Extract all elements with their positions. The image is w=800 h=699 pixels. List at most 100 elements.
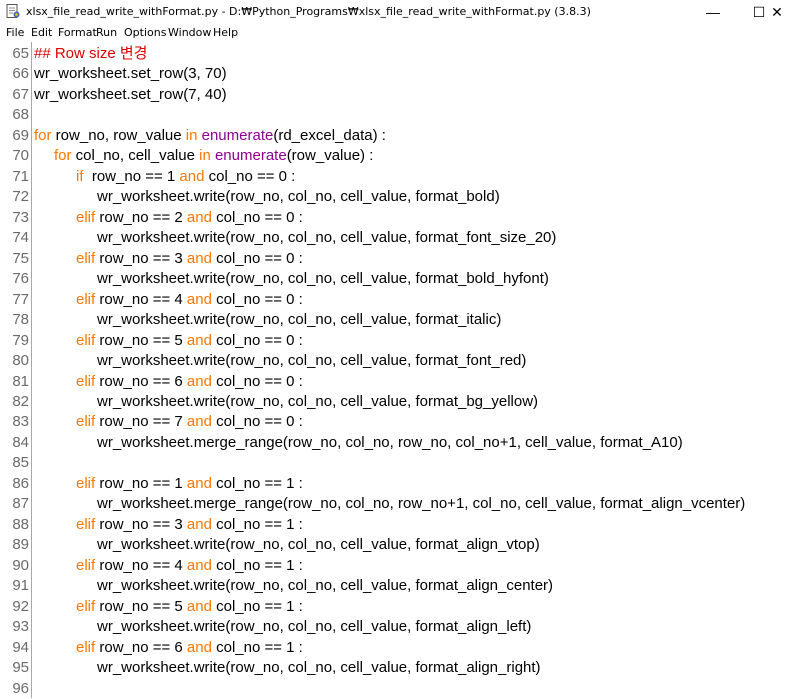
code-token: wr_worksheet.merge_range(row_no, col_no,… [97, 434, 683, 451]
code-token: col_no == 0 : [211, 413, 303, 430]
menu-format[interactable]: Format [58, 26, 97, 39]
menu-edit[interactable]: Edit [31, 26, 52, 39]
line-number: 88 [12, 516, 29, 533]
keyword-token: and [186, 250, 212, 267]
code-line[interactable]: elif row_no == 5 and col_no == 1 : [76, 597, 303, 617]
code-token: row_no == 3 [95, 250, 187, 267]
code-token: (row_value) : [286, 147, 374, 164]
code-token: row_no == 5 [95, 598, 187, 615]
code-line[interactable]: wr_worksheet.set_row(3, 70) [34, 64, 227, 84]
code-line[interactable]: wr_worksheet.write(row_no, col_no, cell_… [97, 658, 541, 678]
code-line[interactable]: wr_worksheet.write(row_no, col_no, cell_… [97, 269, 549, 289]
code-line[interactable]: elif row_no == 5 and col_no == 0 : [76, 331, 303, 351]
keyword-token: and [186, 413, 212, 430]
line-number: 91 [12, 577, 29, 594]
code-line[interactable]: elif row_no == 6 and col_no == 0 : [76, 372, 303, 392]
code-line[interactable]: wr_worksheet.write(row_no, col_no, cell_… [97, 392, 538, 412]
builtin-token: enumerate [214, 147, 287, 164]
code-line[interactable]: wr_worksheet.write(row_no, col_no, cell_… [97, 228, 556, 248]
keyword-token: and [186, 291, 212, 308]
code-line[interactable]: wr_worksheet.write(row_no, col_no, cell_… [97, 351, 526, 371]
line-number: 74 [12, 229, 29, 246]
line-number: 83 [12, 413, 29, 430]
minimize-button[interactable]: — [690, 0, 736, 24]
code-line[interactable]: wr_worksheet.write(row_no, col_no, cell_… [97, 617, 531, 637]
code-line[interactable]: wr_worksheet.set_row(7, 40) [34, 85, 227, 105]
code-line[interactable]: elif row_no == 1 and col_no == 1 : [76, 474, 303, 494]
code-line[interactable]: elif row_no == 2 and col_no == 0 : [76, 208, 303, 228]
keyword-token: in [185, 127, 198, 144]
keyword-token: elif [76, 413, 96, 430]
code-line[interactable]: wr_worksheet.write(row_no, col_no, cell_… [97, 310, 501, 330]
code-line[interactable]: elif row_no == 3 and col_no == 1 : [76, 515, 303, 535]
menu-options[interactable]: Options [124, 26, 166, 39]
code-token: col_no == 0 : [211, 291, 303, 308]
line-number: 95 [12, 659, 29, 676]
keyword-token: and [179, 168, 205, 185]
code-line[interactable]: ## Row size 변경 [34, 44, 147, 64]
code-line[interactable]: for row_no, row_value in enumerate(rd_ex… [34, 126, 386, 146]
code-token: wr_worksheet.set_row(3, 70) [34, 65, 227, 82]
keyword-token: elif [76, 516, 96, 533]
comment-token: ## Row size 변경 [34, 45, 148, 62]
code-token: col_no == 0 : [204, 168, 296, 185]
title-bar[interactable]: xlsx_file_read_write_withFormat.py - D:₩… [0, 0, 800, 24]
code-token: row_no == 4 [95, 291, 187, 308]
keyword-token: elif [76, 475, 96, 492]
code-token: col_no == 0 : [211, 332, 303, 349]
code-token: row_no, row_value [51, 127, 186, 144]
code-line[interactable]: wr_worksheet.merge_range(row_no, col_no,… [97, 494, 745, 514]
code-line[interactable]: elif row_no == 6 and col_no == 1 : [76, 638, 303, 658]
code-token: wr_worksheet.write(row_no, col_no, cell_… [97, 577, 554, 594]
line-number: 69 [12, 127, 29, 144]
line-number: 87 [12, 495, 29, 512]
code-token: row_no == 7 [95, 413, 187, 430]
menu-bar: File Edit Format Run Options Window Help [0, 24, 800, 42]
line-number: 75 [12, 250, 29, 267]
line-number: 93 [12, 618, 29, 635]
code-line[interactable]: wr_worksheet.write(row_no, col_no, cell_… [97, 535, 540, 555]
code-token: (rd_excel_data) : [273, 127, 386, 144]
keyword-token: and [186, 639, 212, 656]
line-number: 82 [12, 393, 29, 410]
code-token: row_no == 5 [95, 332, 187, 349]
code-token: wr_worksheet.merge_range(row_no, col_no,… [97, 495, 746, 512]
keyword-token: in [199, 147, 211, 164]
menu-run[interactable]: Run [96, 26, 117, 39]
close-button[interactable]: ✕ [754, 0, 800, 24]
keyword-token: elif [76, 291, 96, 308]
code-token: wr_worksheet.write(row_no, col_no, cell_… [97, 270, 549, 287]
line-number: 79 [12, 332, 29, 349]
code-line[interactable]: elif row_no == 4 and col_no == 0 : [76, 290, 303, 310]
code-token: wr_worksheet.write(row_no, col_no, cell_… [97, 393, 539, 410]
keyword-token: and [186, 516, 212, 533]
keyword-token: elif [76, 332, 96, 349]
line-number: 78 [12, 311, 29, 328]
code-token: wr_worksheet.write(row_no, col_no, cell_… [97, 659, 541, 676]
code-line[interactable]: elif row_no == 7 and col_no == 0 : [76, 412, 303, 432]
code-editor[interactable]: 65 66 67 68 69 70 71 72 73 74 75 76 77 78 79 80 81 82 83 84… [0, 42, 800, 698]
code-line[interactable]: for col_no, cell_value in enumerate(row_… [54, 146, 373, 166]
keyword-token: elif [76, 250, 96, 267]
code-token: wr_worksheet.write(row_no, col_no, cell_… [97, 188, 500, 205]
builtin-token: enumerate [201, 127, 274, 144]
code-line[interactable]: wr_worksheet.merge_range(row_no, col_no,… [97, 433, 683, 453]
code-line[interactable]: wr_worksheet.write(row_no, col_no, cell_… [97, 187, 500, 207]
code-line[interactable]: elif row_no == 3 and col_no == 0 : [76, 249, 303, 269]
code-token: row_no == 2 [95, 209, 187, 226]
code-line[interactable]: wr_worksheet.write(row_no, col_no, cell_… [97, 576, 553, 596]
line-number: 73 [12, 209, 29, 226]
line-number: 80 [12, 352, 29, 369]
line-number: 72 [12, 188, 29, 205]
keyword-token: and [186, 475, 212, 492]
line-number: 94 [12, 639, 29, 656]
line-number: 76 [12, 270, 29, 287]
code-token: row_no == 1 [83, 168, 180, 185]
menu-help[interactable]: Help [213, 26, 238, 39]
keyword-token: and [186, 373, 212, 390]
code-line[interactable]: if row_no == 1 and col_no == 0 : [76, 167, 295, 187]
menu-window[interactable]: Window [168, 26, 211, 39]
window-title: xlsx_file_read_write_withFormat.py - D:₩… [26, 5, 591, 18]
menu-file[interactable]: File [6, 26, 24, 39]
code-line[interactable]: elif row_no == 4 and col_no == 1 : [76, 556, 303, 576]
